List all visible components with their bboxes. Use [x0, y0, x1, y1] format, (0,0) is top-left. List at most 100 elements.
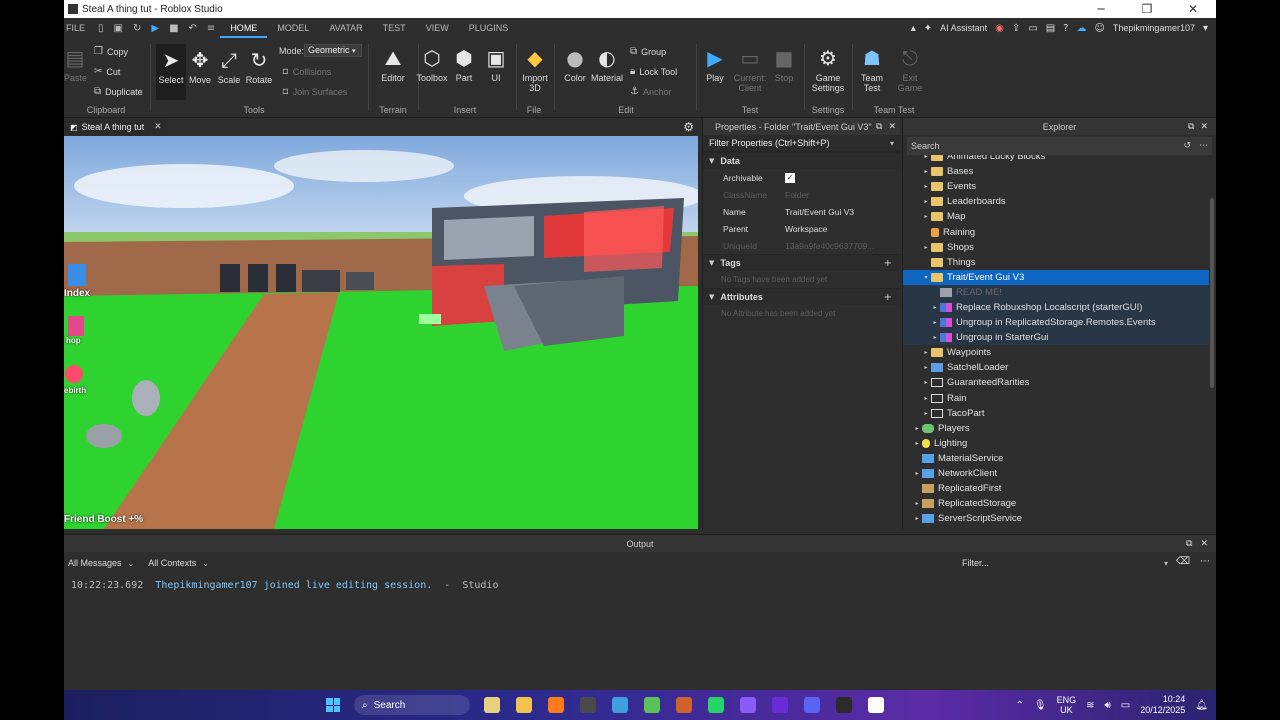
index-button[interactable]: Index — [64, 288, 90, 299]
new-file-icon[interactable]: ▯ — [98, 23, 104, 34]
expand-arrow-icon[interactable]: ▸ — [921, 168, 931, 175]
ai-assistant-button[interactable]: AI Assistant — [940, 23, 987, 33]
taskbar-app-icon[interactable] — [516, 697, 532, 713]
cloud-icon[interactable]: ☁ — [1076, 23, 1086, 34]
viewport-settings-gear-icon[interactable]: ⚙ — [683, 120, 694, 134]
contexts-filter-dropdown[interactable]: All Contexts ⌄ — [146, 558, 211, 568]
data-section-header[interactable]: ▼ Data — [703, 152, 900, 169]
shop-button[interactable]: hop — [66, 336, 81, 345]
part-button[interactable]: ⬢ Part — [452, 46, 476, 83]
microphone-icon[interactable]: 🎙︎ — [1034, 700, 1047, 711]
history-icon[interactable]: ↺ — [1183, 141, 1191, 151]
clock[interactable]: 10:24 20/12/2025 — [1140, 694, 1185, 716]
volume-icon[interactable]: 🔊︎ — [1104, 700, 1110, 711]
explorer-item[interactable]: ▸ Rain — [903, 391, 1209, 406]
move-tool-button[interactable]: ✥ Move — [188, 48, 212, 85]
explorer-scrollbar[interactable] — [1210, 198, 1214, 388]
taskbar-search-box[interactable]: ⌕ Search — [354, 695, 470, 715]
refresh-icon[interactable]: ↻ — [133, 23, 141, 34]
filter-dropdown-chevron-icon[interactable]: ▾ — [890, 139, 894, 148]
messages-filter-dropdown[interactable]: All Messages ⌄ — [66, 558, 136, 568]
language-indicator[interactable]: ENG UK — [1057, 695, 1077, 715]
explorer-item[interactable]: ▸ Bases — [903, 164, 1209, 179]
taskbar-app-icon[interactable] — [836, 697, 852, 713]
quick-stop-icon[interactable]: ■ — [169, 23, 178, 34]
property-row-archivable[interactable]: Archivable ✓ — [703, 169, 900, 186]
clear-output-icon[interactable]: ⌫ — [1176, 556, 1190, 567]
game-settings-button[interactable]: ⚙ Game Settings — [806, 46, 850, 93]
anchor-button[interactable]: ⚓ Anchor — [630, 86, 672, 97]
undock-icon[interactable]: ⧉ — [1188, 122, 1194, 132]
explorer-item[interactable]: ▸ Shops — [903, 240, 1209, 255]
tab-test[interactable]: TEST — [373, 18, 416, 38]
expand-arrow-icon[interactable]: ▸ — [930, 334, 940, 341]
add-attribute-icon[interactable]: + — [884, 292, 892, 303]
explorer-item[interactable]: Things — [903, 255, 1209, 270]
filter-properties-input[interactable]: Filter Properties (Ctrl+Shift+P) ▾ — [703, 135, 900, 152]
collapse-ribbon-icon[interactable]: ▴ — [911, 23, 916, 34]
current-client-button[interactable]: ▭ Current: Client — [732, 46, 768, 93]
tab-view[interactable]: VIEW — [416, 18, 459, 38]
cut-button[interactable]: ✂ Cut — [94, 66, 120, 77]
explorer-item[interactable]: ▸ GuaranteedRarities — [903, 375, 1209, 390]
document-tab[interactable]: ◩ Steal A thing tut ✕ — [64, 118, 168, 136]
expand-arrow-icon[interactable]: ▸ — [921, 410, 931, 417]
notification-bell-icon[interactable]: 🔔︎ — [1195, 700, 1208, 711]
toolbox-button[interactable]: ⬡ Toolbox — [416, 46, 448, 83]
windows-start-icon[interactable] — [326, 698, 340, 712]
play-button[interactable]: ▶ Play — [700, 46, 730, 83]
archivable-checkbox[interactable]: ✓ — [785, 173, 795, 183]
account-menu-chevron-icon[interactable]: ▾ — [1203, 23, 1208, 34]
undock-icon[interactable]: ⧉ — [1186, 539, 1192, 549]
collisions-toggle[interactable]: ▫ Collisions — [282, 66, 331, 77]
expand-arrow-icon[interactable]: ▸ — [921, 183, 931, 190]
expand-arrow-icon[interactable]: ▸ — [912, 440, 922, 447]
tags-section-header[interactable]: ▼ Tags + — [703, 254, 900, 271]
tab-model[interactable]: MODEL — [267, 18, 319, 38]
notifications-icon[interactable]: ▤ — [1046, 23, 1055, 34]
property-row-name[interactable]: Name Trait/Event Gui V3 — [703, 203, 900, 220]
import-3d-button[interactable]: ◆ Import 3D — [520, 46, 550, 93]
explorer-item[interactable]: ▸ Animated Lucky Blocks — [903, 155, 1209, 164]
username-label[interactable]: Thepikmingamer107 — [1113, 23, 1195, 33]
explorer-item[interactable]: ▸ Map — [903, 209, 1209, 224]
explorer-item[interactable]: ▸ Players — [903, 421, 1209, 436]
close-panel-icon[interactable]: ✕ — [1200, 539, 1208, 549]
taskbar-app-icon[interactable] — [580, 697, 596, 713]
expand-arrow-icon[interactable]: ▸ — [930, 304, 940, 311]
expand-arrow-icon[interactable]: ▸ — [930, 319, 940, 326]
close-panel-icon[interactable]: ✕ — [1200, 122, 1208, 132]
taskbar-app-icon[interactable] — [772, 697, 788, 713]
group-button[interactable]: ⧉ Group — [630, 46, 666, 57]
team-test-button[interactable]: ☗ Team Test — [854, 46, 890, 93]
join-surfaces-toggle[interactable]: ▫ Join Surfaces — [282, 86, 347, 97]
property-value[interactable]: Trait/Event Gui V3 — [785, 207, 900, 217]
property-value[interactable]: Workspace — [785, 224, 900, 234]
explorer-item[interactable]: READ ME! — [903, 284, 1209, 300]
duplicate-button[interactable]: ⧉ Duplicate — [94, 86, 143, 97]
rotate-tool-button[interactable]: ↻ Rotate — [244, 48, 274, 85]
ui-button[interactable]: ▣ UI — [484, 46, 508, 83]
expand-arrow-icon[interactable]: ▸ — [921, 379, 931, 386]
explorer-item[interactable]: ▸ Events — [903, 179, 1209, 194]
tab-home[interactable]: HOME — [220, 18, 268, 38]
explorer-item[interactable]: ▾ Trait/Event Gui V3 — [903, 269, 1209, 285]
scale-tool-button[interactable]: ⤢ Scale — [216, 48, 242, 85]
explorer-item[interactable]: MaterialService — [903, 451, 1209, 466]
explorer-item[interactable]: ▸ ReplicatedStorage — [903, 496, 1209, 511]
close-panel-icon[interactable]: ✕ — [888, 122, 896, 132]
stop-button[interactable]: ■ Stop — [770, 46, 798, 83]
explorer-item[interactable]: ▸ Leaderboards — [903, 194, 1209, 209]
taskbar-app-icon[interactable] — [644, 697, 660, 713]
expand-arrow-icon[interactable]: ▸ — [921, 244, 931, 251]
explorer-item[interactable]: ▸ NetworkClient — [903, 466, 1209, 481]
avatar-badge-icon[interactable]: ◉ — [995, 23, 1004, 34]
tab-avatar[interactable]: AVATAR — [319, 18, 372, 38]
expand-arrow-icon[interactable]: ▸ — [921, 198, 931, 205]
explorer-item[interactable]: ▸ Ungroup in StarterGui — [903, 330, 1209, 346]
expand-arrow-icon[interactable]: ▸ — [921, 349, 931, 356]
more-options-icon[interactable]: ⋯ — [1200, 556, 1210, 567]
explorer-item[interactable]: ▸ Waypoints — [903, 345, 1209, 360]
attributes-section-header[interactable]: ▼ Attributes + — [703, 288, 900, 305]
explorer-search-input[interactable]: Search ↺ ⋯ — [907, 137, 1212, 155]
